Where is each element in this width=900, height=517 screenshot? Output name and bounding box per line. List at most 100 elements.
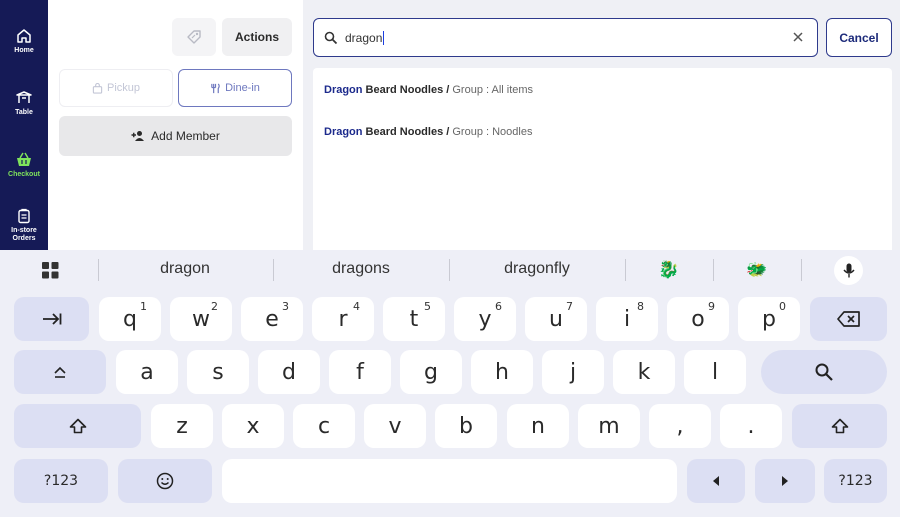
- sidebar-item-in-store-orders[interactable]: In-store Orders: [0, 208, 48, 252]
- result-match-text: Dragon: [324, 126, 363, 138]
- shift-icon: [69, 418, 86, 434]
- key-s[interactable]: s: [187, 350, 249, 394]
- search-input[interactable]: dragon: [345, 31, 382, 45]
- key-e[interactable]: e3: [241, 297, 303, 341]
- text-cursor: [383, 30, 385, 45]
- table-icon: [16, 91, 32, 103]
- dine-in-label: Dine-in: [225, 82, 260, 94]
- key-hint: 3: [282, 300, 289, 313]
- order-panel: Actions Pickup Dine-in Add Member: [48, 0, 303, 250]
- key-hint: 0: [779, 300, 786, 313]
- shift-key-right[interactable]: [792, 404, 887, 448]
- key-g[interactable]: g: [400, 350, 462, 394]
- add-member-label: Add Member: [151, 129, 220, 143]
- emoji-key[interactable]: [118, 459, 212, 503]
- key-j[interactable]: j: [542, 350, 604, 394]
- result-item-name: Beard Noodles: [362, 126, 444, 138]
- caps-lock-key[interactable]: [14, 350, 106, 394]
- result-item-name: Beard Noodles: [362, 84, 444, 96]
- suggestion-item[interactable]: dragon: [110, 260, 260, 278]
- key-u[interactable]: u7: [525, 297, 587, 341]
- key-f[interactable]: f: [329, 350, 391, 394]
- space-key[interactable]: [222, 459, 677, 503]
- key-q[interactable]: q1: [99, 297, 161, 341]
- key-label: i: [623, 306, 631, 332]
- key-n[interactable]: n: [507, 404, 569, 448]
- home-icon: [17, 29, 31, 43]
- symbols-key-right[interactable]: ?123: [824, 459, 887, 503]
- key-period[interactable]: .: [720, 404, 782, 448]
- cursor-left-key[interactable]: [687, 459, 745, 503]
- actions-button[interactable]: Actions: [222, 18, 292, 56]
- dine-in-button[interactable]: Dine-in: [178, 69, 292, 107]
- sidebar-item-table[interactable]: Table: [0, 90, 48, 134]
- suggestion-item[interactable]: dragonfly: [462, 260, 612, 278]
- key-p[interactable]: p0: [738, 297, 800, 341]
- key-hint: 6: [495, 300, 502, 313]
- shift-key-left[interactable]: [14, 404, 141, 448]
- search-icon: [815, 363, 833, 381]
- key-label: o: [691, 306, 705, 332]
- tab-key[interactable]: [14, 297, 89, 341]
- key-m[interactable]: m: [578, 404, 640, 448]
- key-w[interactable]: w2: [170, 297, 232, 341]
- search-result-item[interactable]: Dragon Beard Noodles / Group : All items: [324, 84, 533, 96]
- suggestion-bar: dragon dragons dragonfly 🐉 🐲: [0, 250, 900, 290]
- key-hint: 9: [708, 300, 715, 313]
- caret-right-icon: [782, 476, 788, 486]
- emoji-suggestion-dragon[interactable]: 🐉: [637, 260, 701, 280]
- key-label: w: [192, 306, 210, 332]
- backspace-key[interactable]: [810, 297, 887, 341]
- key-d[interactable]: d: [258, 350, 320, 394]
- pickup-button[interactable]: Pickup: [59, 69, 173, 107]
- pickup-label: Pickup: [106, 82, 141, 94]
- key-v[interactable]: v: [364, 404, 426, 448]
- key-label: t: [409, 306, 419, 332]
- sidebar-item-label: Home: [14, 47, 34, 54]
- symbols-key-left[interactable]: ?123: [14, 459, 108, 503]
- key-hint: 4: [353, 300, 360, 313]
- sidebar-item-label: Table: [15, 109, 33, 116]
- key-x[interactable]: x: [222, 404, 284, 448]
- tab-icon: [42, 313, 61, 325]
- key-r[interactable]: r4: [312, 297, 374, 341]
- caret-left-icon: [713, 476, 719, 486]
- key-b[interactable]: b: [435, 404, 497, 448]
- add-member-button[interactable]: Add Member: [59, 116, 292, 156]
- microphone-button[interactable]: [834, 256, 863, 285]
- key-l[interactable]: l: [684, 350, 746, 394]
- suggestion-item[interactable]: dragons: [286, 260, 436, 278]
- sidebar-item-home[interactable]: Home: [0, 28, 48, 72]
- key-a[interactable]: a: [116, 350, 178, 394]
- apps-grid-icon[interactable]: [42, 262, 59, 279]
- emoji-suggestion-dragon-face[interactable]: 🐲: [725, 260, 789, 280]
- sidebar-item-label: Checkout: [8, 171, 40, 178]
- result-separator: /: [443, 126, 453, 138]
- search-box[interactable]: dragon: [313, 18, 818, 57]
- key-i[interactable]: i8: [596, 297, 658, 341]
- divider: [449, 259, 450, 281]
- result-separator: /: [443, 84, 453, 96]
- close-icon[interactable]: [791, 30, 805, 44]
- key-hint: 5: [424, 300, 431, 313]
- discount-tag-button[interactable]: [172, 18, 216, 56]
- cutlery-icon: [211, 82, 220, 93]
- key-c[interactable]: c: [293, 404, 355, 448]
- result-group: Group : All items: [452, 84, 534, 96]
- cursor-right-key[interactable]: [755, 459, 815, 503]
- key-h[interactable]: h: [471, 350, 533, 394]
- key-t[interactable]: t5: [383, 297, 445, 341]
- cancel-button[interactable]: Cancel: [826, 18, 892, 57]
- result-group: Group : Noodles: [452, 126, 533, 138]
- key-z[interactable]: z: [151, 404, 213, 448]
- search-key[interactable]: [761, 350, 887, 394]
- app-root: Home Table Checkout In-store Orders Acti…: [0, 0, 900, 517]
- key-label: q: [123, 306, 137, 332]
- key-k[interactable]: k: [613, 350, 675, 394]
- sidebar-item-checkout[interactable]: Checkout: [0, 152, 48, 196]
- search-result-item[interactable]: Dragon Beard Noodles / Group : Noodles: [324, 126, 532, 138]
- key-comma[interactable]: ,: [649, 404, 711, 448]
- caps-lock-icon: [54, 366, 66, 378]
- key-y[interactable]: y6: [454, 297, 516, 341]
- key-o[interactable]: o9: [667, 297, 729, 341]
